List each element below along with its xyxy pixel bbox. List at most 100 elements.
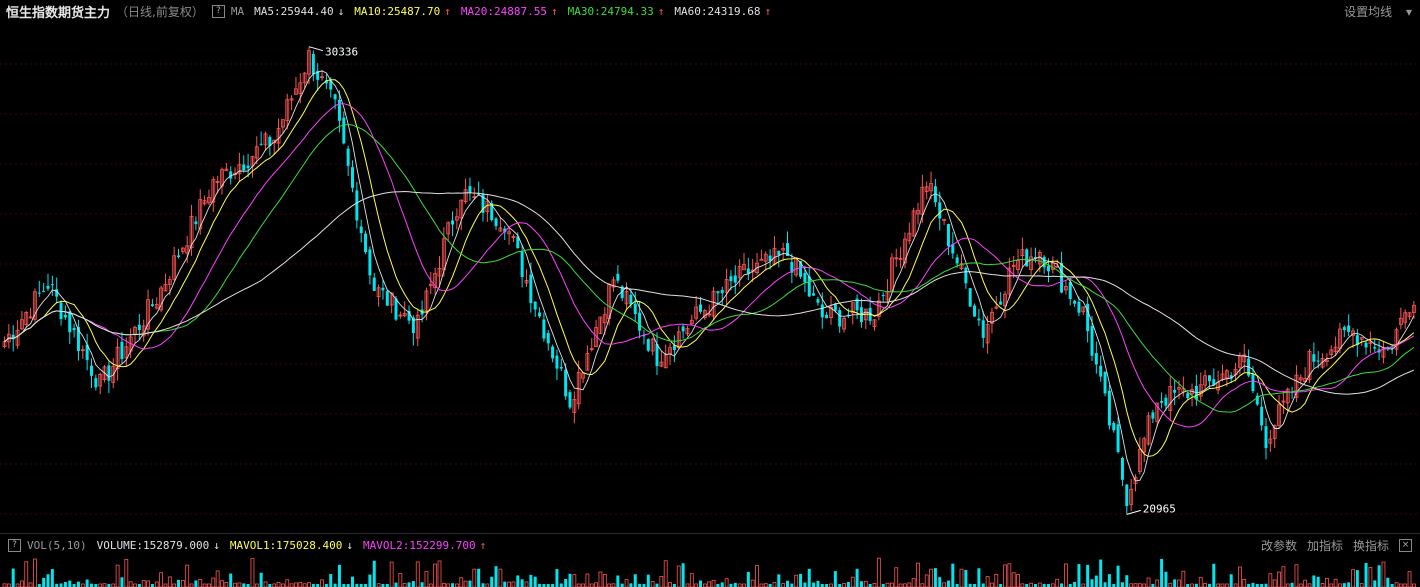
volume-bar bbox=[459, 577, 464, 587]
volume-bar bbox=[1290, 582, 1294, 587]
ma-value-0: MA5:25944.40 bbox=[254, 4, 334, 18]
candle-body bbox=[1347, 325, 1351, 332]
volume-bar bbox=[1155, 579, 1160, 587]
ma20-line bbox=[4, 103, 1415, 428]
candle-body bbox=[812, 293, 816, 296]
volume-bar bbox=[520, 579, 524, 587]
candle-body bbox=[94, 378, 98, 388]
volume-bar bbox=[938, 577, 942, 587]
volume-bar bbox=[1268, 573, 1273, 587]
ma-value-4: MA60:24319.68 bbox=[674, 4, 761, 18]
ma5-line bbox=[4, 70, 1415, 482]
candle-body bbox=[938, 202, 942, 219]
volume-bar bbox=[1168, 582, 1173, 587]
candle-body bbox=[355, 190, 359, 221]
volume-bar bbox=[659, 576, 664, 587]
volume-bar bbox=[1133, 583, 1138, 587]
candle-body bbox=[681, 326, 685, 332]
candle-body bbox=[1060, 262, 1064, 293]
volume-bar bbox=[924, 574, 929, 587]
volume-bar bbox=[763, 583, 768, 587]
volume-bar bbox=[977, 568, 981, 587]
candle-body bbox=[1107, 390, 1111, 426]
volume-bar bbox=[141, 580, 146, 587]
candle-body bbox=[733, 275, 737, 283]
volume-bar bbox=[1073, 581, 1077, 587]
candle-body bbox=[50, 284, 54, 286]
candle-body bbox=[1207, 375, 1211, 382]
candle-body bbox=[1073, 300, 1077, 304]
candle-body bbox=[946, 223, 950, 247]
volume-bar bbox=[494, 566, 498, 587]
volume-bar bbox=[629, 583, 633, 587]
candle-body bbox=[973, 305, 977, 317]
candle-body bbox=[542, 319, 546, 339]
volume-bar bbox=[1120, 582, 1124, 587]
volume-bar bbox=[598, 571, 603, 587]
volume-bar bbox=[663, 560, 668, 587]
volume-bar bbox=[786, 580, 789, 587]
volume-bar bbox=[1333, 578, 1338, 587]
price-chart: 30336 20965 bbox=[0, 46, 1420, 515]
volume-bar bbox=[1394, 582, 1399, 587]
candle-body bbox=[150, 304, 154, 307]
volume-bar bbox=[11, 568, 15, 587]
candle-body bbox=[1125, 484, 1129, 507]
instrument-title: 恒生指数期货主力 bbox=[6, 5, 111, 21]
volume-bar bbox=[981, 583, 985, 587]
candle-body bbox=[1077, 301, 1081, 313]
volume-bar bbox=[1177, 579, 1181, 587]
change-params-button[interactable]: 改参数 bbox=[1261, 537, 1297, 554]
add-indicator-button[interactable]: 加指标 bbox=[1307, 537, 1343, 554]
volume-bar bbox=[211, 577, 216, 587]
help-button[interactable]: ? bbox=[211, 4, 225, 18]
candle-body bbox=[1160, 401, 1164, 403]
candle-body bbox=[120, 341, 124, 360]
ma-settings-button[interactable]: 设置均线 ▾ bbox=[1334, 3, 1412, 20]
volume-help-button[interactable]: ? bbox=[8, 538, 21, 552]
candle-body bbox=[1099, 365, 1103, 377]
candle-body bbox=[177, 255, 180, 258]
volume-bar bbox=[59, 583, 63, 587]
candle-body bbox=[633, 303, 637, 314]
volume-bar bbox=[124, 558, 129, 587]
volume-bar bbox=[1342, 583, 1346, 587]
volume-bar bbox=[911, 578, 916, 587]
volume-bar bbox=[159, 572, 164, 587]
volume-bar bbox=[229, 573, 233, 587]
volume-bar bbox=[63, 581, 67, 587]
volume-bar bbox=[237, 582, 242, 587]
candle-body bbox=[1164, 397, 1168, 406]
arrow-up-icon: ↑ bbox=[479, 538, 487, 552]
candle-body bbox=[568, 392, 572, 408]
volume-bar bbox=[1272, 579, 1277, 587]
ma30-line bbox=[4, 123, 1415, 413]
volume-bar bbox=[689, 573, 694, 587]
candle-body bbox=[955, 257, 959, 264]
volume-bar bbox=[1294, 564, 1299, 587]
volume-bar bbox=[1064, 563, 1068, 587]
high-label: 30336 bbox=[325, 46, 358, 59]
volume-bar bbox=[951, 563, 955, 587]
switch-indicator-button[interactable]: 换指标 bbox=[1353, 537, 1389, 554]
candle-body bbox=[820, 304, 824, 318]
volume-bar bbox=[946, 580, 950, 587]
candle-body bbox=[346, 148, 350, 166]
candle-body bbox=[468, 186, 472, 193]
volume-bar bbox=[1359, 583, 1364, 587]
close-panel-button[interactable]: × bbox=[1399, 538, 1412, 552]
volume-bar bbox=[307, 582, 311, 587]
volume-bar bbox=[242, 583, 246, 587]
volume-bar bbox=[507, 581, 512, 587]
candle-body bbox=[1264, 426, 1268, 449]
volume-bar bbox=[19, 580, 24, 587]
candle-body bbox=[1173, 389, 1177, 393]
candle-body bbox=[646, 339, 650, 351]
volume-bar bbox=[333, 583, 337, 587]
volume-bar bbox=[799, 573, 803, 587]
candle-body bbox=[551, 346, 555, 359]
volume-bar bbox=[676, 565, 681, 587]
volume-bar bbox=[402, 583, 407, 587]
ma10-line bbox=[4, 79, 1415, 457]
volume-bar bbox=[167, 576, 172, 587]
